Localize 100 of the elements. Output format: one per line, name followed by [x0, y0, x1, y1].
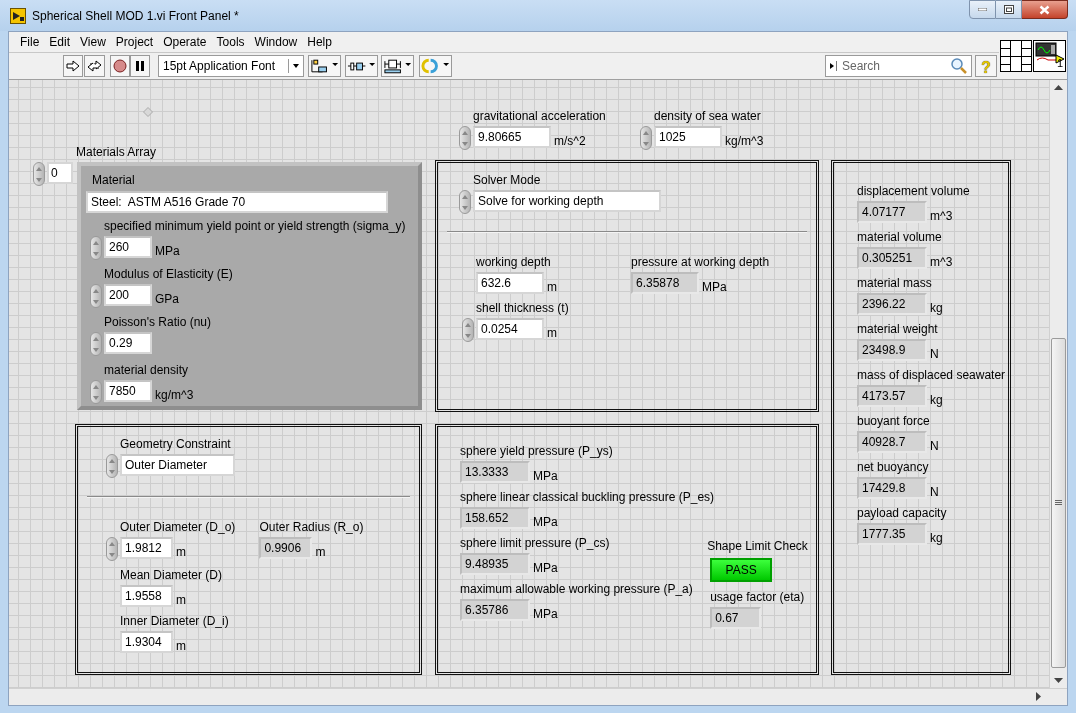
spinner[interactable]: [90, 284, 102, 308]
spinner[interactable]: [90, 236, 102, 260]
field-label: density of sea water: [654, 108, 762, 124]
grip-icon: [1055, 500, 1062, 506]
scroll-up-icon: [1054, 85, 1063, 90]
maximize-button[interactable]: [996, 0, 1022, 19]
numeric-input[interactable]: 9.80665: [473, 126, 551, 148]
down-arrow-icon: [93, 299, 99, 304]
scroll-right-icon: [1036, 692, 1041, 701]
stop-sign-icon: [113, 58, 127, 73]
numeric-input[interactable]: 260: [104, 236, 152, 258]
search-field[interactable]: Search: [825, 54, 972, 77]
spinner[interactable]: [106, 454, 118, 478]
field-label: specified minimum yield point or yield strength (sigma_y): [104, 218, 407, 234]
unit-label: GPa: [155, 292, 179, 306]
unit-label: m: [176, 545, 186, 559]
menu-item[interactable]: Project: [110, 32, 159, 51]
expand-arrow-icon[interactable]: [828, 60, 837, 71]
numeric-input[interactable]: 1.9304: [120, 631, 173, 653]
unit-label: m/s^2: [554, 134, 586, 148]
run-continuously-button[interactable]: [84, 54, 105, 77]
spinner[interactable]: [640, 126, 652, 150]
up-arrow-icon: [462, 194, 468, 199]
unit-label: N: [930, 485, 939, 499]
numeric-input[interactable]: 1025: [654, 126, 722, 148]
field-label: sphere linear classical buckling pressure (P_es): [460, 489, 715, 505]
menu-item[interactable]: View: [75, 32, 111, 51]
field-label: working depth: [476, 254, 552, 270]
numeric-input[interactable]: 7850: [104, 380, 152, 402]
down-arrow-icon: [109, 552, 115, 557]
menu-item[interactable]: Operate: [158, 32, 212, 51]
field-label: Outer Radius (R_o): [259, 519, 364, 535]
spinner[interactable]: [33, 162, 45, 186]
field-label: gravitational acceleration: [473, 108, 606, 124]
field-label: mass of displaced seawater: [857, 367, 1007, 383]
distribute-objects-button[interactable]: [345, 54, 378, 77]
field-label: usage factor (eta): [710, 589, 806, 605]
numeric-indicator: 9.48935: [460, 553, 530, 575]
enum-input[interactable]: Solve for working depth: [473, 190, 661, 212]
vertical-scrollbar[interactable]: [1049, 80, 1067, 688]
close-button[interactable]: [1022, 0, 1068, 19]
up-arrow-icon: [36, 166, 42, 171]
cluster-label: Material: [92, 172, 136, 188]
enum-input[interactable]: Outer Diameter: [120, 454, 235, 476]
field-label: material volume: [857, 229, 943, 245]
numeric-input[interactable]: 1.9558: [120, 585, 173, 607]
reorder-button[interactable]: [419, 54, 452, 77]
menu-item[interactable]: Help: [302, 32, 337, 51]
pause-button[interactable]: [130, 54, 150, 77]
minimize-icon: [978, 8, 987, 11]
down-arrow-icon: [93, 251, 99, 256]
menu-item[interactable]: Edit: [44, 32, 76, 51]
unit-label: kg: [930, 301, 943, 315]
align-objects-button[interactable]: [308, 54, 341, 77]
unit-label: m^3: [930, 209, 953, 223]
spinner[interactable]: [90, 380, 102, 404]
window-title: Spherical Shell MOD 1.vi Front Panel *: [32, 7, 239, 25]
numeric-input[interactable]: 200: [104, 284, 152, 306]
numeric-input[interactable]: 1.9812: [120, 537, 173, 559]
numeric-input[interactable]: 0.0254: [476, 318, 544, 340]
field-label: maximum allowable working pressure (P_a): [460, 581, 694, 597]
scrollbar-thumb[interactable]: [1051, 338, 1066, 668]
up-arrow-icon: [643, 130, 649, 135]
down-arrow-icon: [465, 333, 471, 338]
pause-icon: [135, 59, 145, 72]
font-dropdown[interactable]: 15pt Application Font: [158, 54, 304, 77]
search-icon[interactable]: [950, 56, 968, 75]
horizontal-scrollbar[interactable]: [9, 688, 1067, 705]
up-arrow-icon: [93, 240, 99, 245]
scroll-down-icon: [1054, 678, 1063, 683]
up-arrow-icon: [93, 288, 99, 293]
menu-item[interactable]: Window: [249, 32, 303, 51]
spinner[interactable]: [106, 537, 118, 561]
unit-label: m: [176, 639, 186, 653]
field-label: sphere yield pressure (P_ys): [460, 443, 614, 459]
abort-button[interactable]: [110, 54, 130, 77]
run-button[interactable]: [63, 54, 83, 77]
spinner[interactable]: [459, 190, 471, 214]
array-index[interactable]: 0: [47, 162, 73, 184]
text-input[interactable]: Steel: ASTM A516 Grade 70: [86, 191, 388, 213]
numeric-indicator: 4173.57: [857, 385, 927, 407]
spinner[interactable]: [459, 126, 471, 150]
unit-label: MPa: [533, 469, 558, 483]
up-arrow-icon: [93, 336, 99, 341]
numeric-input[interactable]: 632.6: [476, 272, 544, 294]
spinner[interactable]: [90, 332, 102, 356]
spinner[interactable]: [462, 318, 474, 342]
menu-item[interactable]: Tools: [211, 32, 250, 51]
menu-item[interactable]: File: [15, 32, 45, 51]
numeric-input[interactable]: 0.29: [104, 332, 152, 354]
field-label: material mass: [857, 275, 933, 291]
numeric-indicator: 17429.8: [857, 477, 927, 499]
numeric-indicator: 158.652: [460, 507, 530, 529]
boolean-indicator: PASS: [710, 558, 773, 582]
unit-label: kg: [930, 531, 943, 545]
close-icon: [1039, 4, 1050, 15]
numeric-indicator: 1777.35: [857, 523, 927, 545]
resize-objects-button[interactable]: [381, 54, 414, 77]
field-label: Poisson's Ratio (nu): [104, 314, 212, 330]
vi-number: 1: [1056, 56, 1063, 71]
